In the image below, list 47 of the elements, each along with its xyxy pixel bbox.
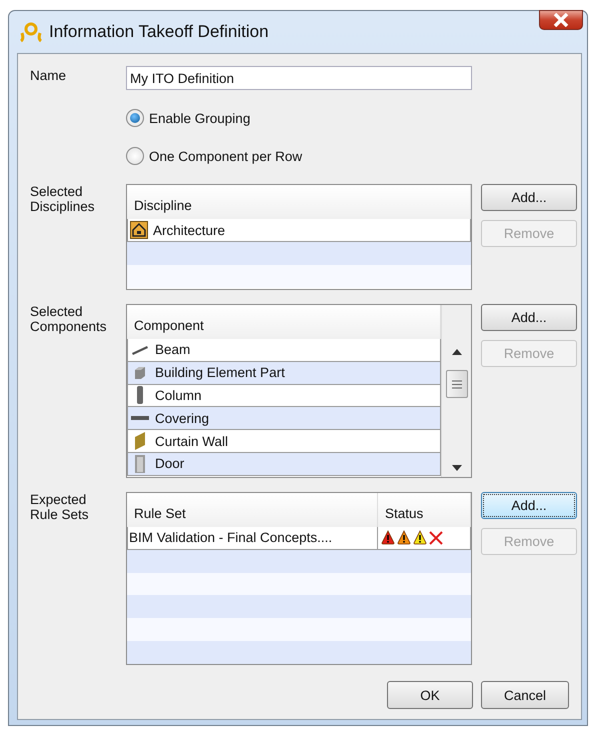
house-icon	[130, 221, 148, 239]
column-header: Rule Set	[127, 493, 378, 527]
section-label: Selected Components	[30, 304, 108, 336]
radio-label: Enable Grouping	[149, 110, 250, 126]
wall-panel-icon	[134, 432, 146, 450]
table-cell: Beam	[155, 342, 190, 358]
dialog-button[interactable]: OK	[387, 681, 473, 709]
dialog-button[interactable]: Add...	[481, 184, 577, 211]
window-title: Information Takeoff Definition	[49, 22, 269, 42]
table-row[interactable]: Door	[127, 452, 441, 476]
beam-icon	[131, 344, 149, 355]
block-icon	[133, 366, 147, 380]
dialog-button[interactable]: Add...	[481, 492, 577, 519]
name-field[interactable]: My ITO Definition	[126, 66, 472, 90]
warning-icon	[381, 530, 395, 546]
scrollbar[interactable]	[441, 305, 471, 477]
table-cell: Building Element Part	[155, 365, 285, 380]
table-cell: Curtain Wall	[155, 434, 228, 449]
table-cell: Column	[155, 388, 202, 403]
field-label: Name	[30, 68, 68, 85]
door-icon	[134, 454, 146, 473]
radio-label: One Component per Row	[149, 148, 302, 164]
section-label: Expected Rule Sets	[30, 492, 90, 524]
table-cell: Door	[155, 456, 184, 472]
warning-icon	[397, 530, 411, 546]
cross-icon	[429, 530, 443, 545]
close-button[interactable]	[539, 10, 583, 30]
warning-icon	[413, 530, 427, 546]
column-header: Status	[378, 493, 471, 527]
column-header: Discipline	[127, 185, 471, 219]
grip-icon	[452, 380, 462, 388]
table-cell: Covering	[155, 410, 210, 426]
radio-button[interactable]	[126, 147, 144, 165]
dialog-button[interactable]: Cancel	[481, 681, 569, 709]
scroll-up-icon	[452, 349, 462, 355]
scroll-down-icon	[452, 465, 462, 471]
column-icon	[136, 386, 144, 404]
section-label: Selected Disciplines	[30, 184, 96, 216]
table-cell-text: BIM Validation - Final Concepts....	[128, 530, 334, 546]
slab-icon	[131, 416, 149, 420]
app-icon	[19, 21, 43, 43]
table-row[interactable]: Building Element Part	[127, 362, 441, 385]
radio-button[interactable]	[126, 109, 144, 127]
table-row[interactable]: Covering	[127, 407, 441, 430]
dialog-button[interactable]: Add...	[481, 304, 577, 331]
close-icon	[553, 13, 569, 27]
table-cell: Architecture	[153, 222, 226, 238]
